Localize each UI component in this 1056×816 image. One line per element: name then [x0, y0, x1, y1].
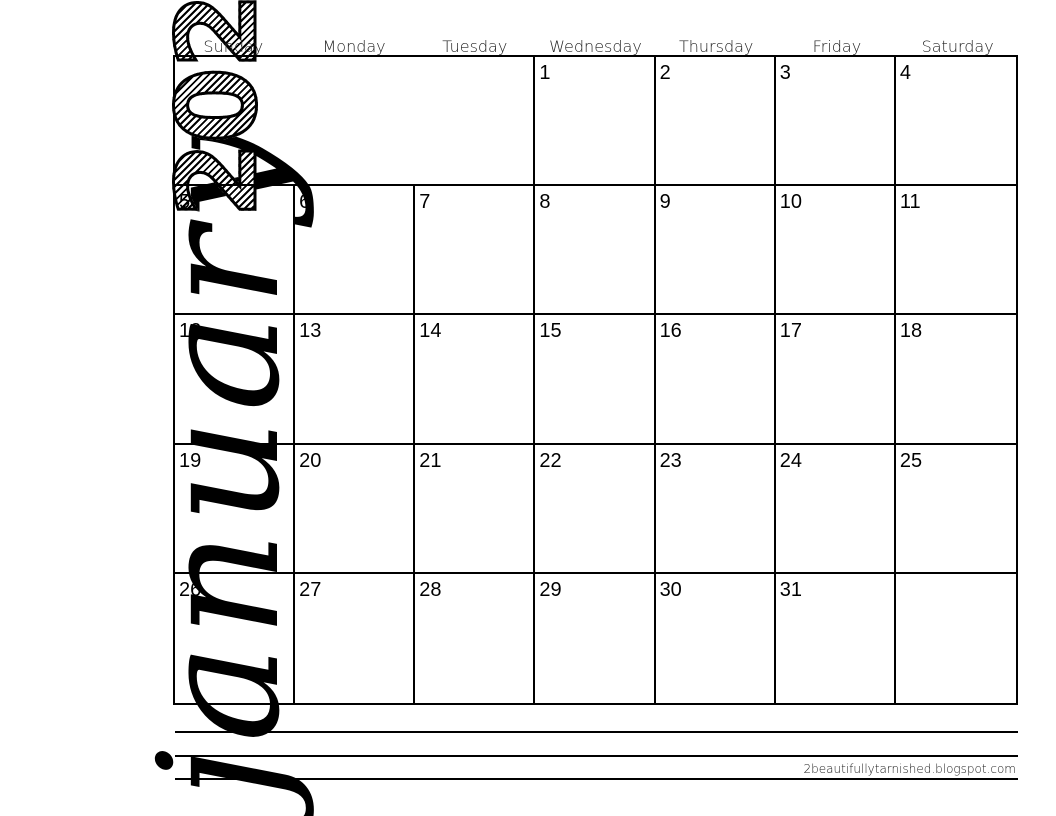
- day-number: 12: [179, 320, 202, 343]
- day-number: 21: [419, 449, 442, 472]
- day-cell: 17: [775, 315, 896, 445]
- note-line: [175, 778, 1018, 780]
- calendar-grid: 1 2 3 4 5 6 7 8 9 10 11 12 13 14 15 16 17 18 19 20 21 22 23 24 2…: [173, 55, 1018, 705]
- day-cell: 7: [415, 186, 536, 316]
- weekday-header-row: Sunday Monday Tuesday Wednesday Thursday…: [173, 37, 1018, 57]
- day-cell: 11: [895, 186, 1016, 316]
- day-cell: 24: [775, 444, 896, 574]
- day-cell: 9: [655, 186, 776, 316]
- day-cell: 14: [415, 315, 536, 445]
- weekday-label: Sunday: [203, 37, 264, 56]
- day-number: 17: [779, 320, 802, 343]
- empty-day-cell: [295, 57, 416, 187]
- weekday-label: Wednesday: [549, 37, 642, 56]
- day-number: 29: [539, 578, 562, 601]
- day-number: 15: [539, 320, 562, 343]
- day-cell: 2: [655, 57, 776, 187]
- day-cell: 30: [656, 573, 776, 703]
- day-number: 8: [539, 191, 551, 214]
- week-row: 19 20 21 22 23 24 25: [175, 444, 1016, 574]
- weekday-label: Thursday: [679, 37, 754, 56]
- day-cell: 19: [175, 444, 296, 574]
- day-cell: 10: [775, 186, 896, 316]
- day-number: 10: [779, 191, 802, 214]
- day-cell: 21: [415, 444, 536, 574]
- day-number: 28: [419, 578, 442, 601]
- day-cell: 16: [655, 315, 776, 445]
- day-cell: 28: [415, 573, 536, 703]
- footer-credit: 2beautifullytarnished.blogspot.com: [803, 762, 1016, 776]
- day-number: 3: [779, 62, 791, 84]
- day-number: 9: [659, 191, 671, 214]
- day-number: 20: [299, 449, 322, 472]
- day-number: 31: [779, 578, 802, 601]
- empty-day-cell: [175, 57, 296, 187]
- day-number: 30: [659, 578, 682, 601]
- day-number: 22: [539, 449, 562, 472]
- day-number: 1: [539, 62, 551, 84]
- day-number: 27: [299, 578, 322, 601]
- day-number: 16: [659, 320, 682, 343]
- day-cell: 8: [535, 186, 656, 316]
- day-cell: 20: [295, 444, 416, 574]
- day-cell: 12: [175, 315, 296, 445]
- day-number: 23: [659, 449, 682, 472]
- day-number: 13: [299, 320, 322, 343]
- day-number: 24: [779, 449, 802, 472]
- day-cell: 18: [895, 315, 1016, 445]
- day-cell: 4: [895, 57, 1016, 187]
- day-number: 19: [179, 449, 202, 472]
- day-cell: 29: [535, 573, 656, 703]
- weekday-label: Tuesday: [442, 37, 508, 56]
- day-cell: 27: [295, 573, 416, 703]
- week-row: 26 27 28 29 30 31: [175, 573, 1016, 703]
- day-cell: 3: [775, 57, 896, 187]
- week-row: 1 2 3 4: [175, 57, 1016, 187]
- day-number: 2: [659, 62, 671, 84]
- day-number: 4: [899, 62, 911, 84]
- day-cell: 1: [535, 57, 656, 187]
- day-number: 5: [179, 191, 191, 214]
- note-line: [175, 731, 1018, 733]
- day-cell: 6: [295, 186, 416, 316]
- week-row: 12 13 14 15 16 17 18: [175, 315, 1016, 445]
- day-cell: 26: [175, 573, 296, 703]
- day-number: 6: [299, 191, 311, 214]
- day-number: 25: [899, 449, 923, 472]
- empty-day-cell: [415, 57, 536, 187]
- week-row: 5 6 7 8 9 10 11: [175, 186, 1016, 316]
- day-number: 18: [899, 320, 923, 343]
- day-number: 11: [899, 191, 921, 214]
- day-cell: 22: [535, 444, 656, 574]
- note-line: [175, 755, 1018, 757]
- day-number: 7: [419, 191, 431, 214]
- day-cell: 5: [175, 186, 296, 316]
- weekday-label: Saturday: [921, 37, 994, 56]
- weekday-label: Friday: [812, 37, 862, 56]
- empty-day-cell: [896, 574, 1016, 703]
- day-number: 14: [419, 320, 442, 343]
- day-number: 26: [179, 578, 202, 601]
- day-cell: 13: [295, 315, 416, 445]
- day-cell: 25: [895, 445, 1016, 574]
- day-cell: 31: [776, 573, 896, 703]
- weekday-label: Monday: [322, 37, 386, 56]
- day-cell: 15: [535, 315, 656, 445]
- day-cell: 23: [655, 444, 776, 574]
